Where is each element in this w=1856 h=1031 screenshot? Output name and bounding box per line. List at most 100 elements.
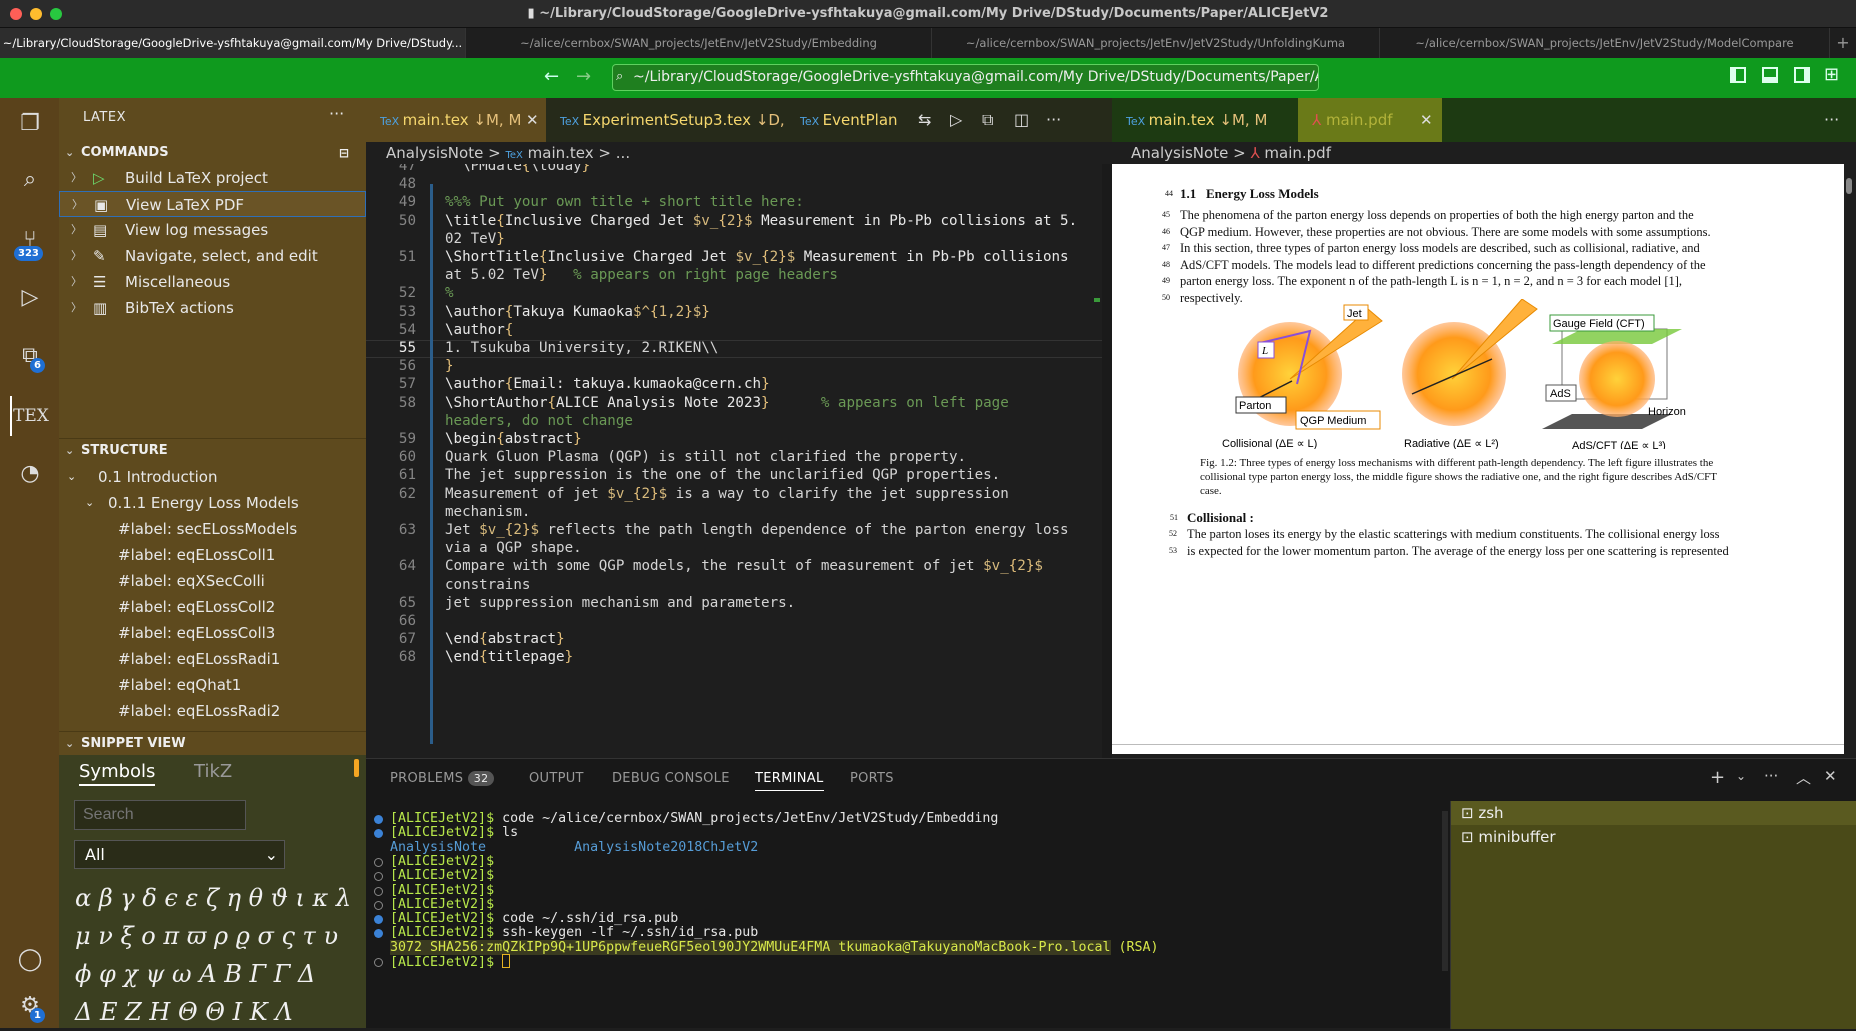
- code-line[interactable]: }: [445, 358, 454, 374]
- toggle-secondary-sidebar-icon[interactable]: [1794, 67, 1810, 83]
- command-build[interactable]: 〉 ▷ Build LaTeX project: [59, 165, 366, 191]
- tab-debug-console[interactable]: DEBUG CONSOLE: [612, 771, 730, 786]
- more-actions-icon[interactable]: ···: [1046, 98, 1061, 142]
- chevron-down-icon[interactable]: ⌄: [1736, 769, 1746, 783]
- more-actions-icon[interactable]: ···: [329, 104, 344, 123]
- code-line[interactable]: %: [445, 285, 454, 301]
- code-editor[interactable]: 47 \PMdate{\today} 48 49 %%% Put your own t…: [366, 164, 1112, 758]
- structure-item[interactable]: #label: eqELossColl1: [59, 542, 366, 568]
- code-line[interactable]: \ShortTitle{Inclusive Charged Jet $v_{2}…: [445, 249, 1069, 265]
- more-actions-icon[interactable]: ···: [1764, 767, 1778, 785]
- command-navigate[interactable]: 〉 ✎ Navigate, select, and edit: [59, 243, 366, 269]
- symbol-row[interactable]: Δ E Z H Θ Θ I K Λ: [75, 993, 351, 1031]
- structure-item[interactable]: #label: eqELossRadi1: [59, 646, 366, 672]
- source-control-icon[interactable]: ⑂ 323: [10, 220, 50, 261]
- build-play-icon[interactable]: ▷: [950, 98, 962, 142]
- snippet-section-header[interactable]: ⌄ SNIPPET VIEW: [59, 731, 366, 755]
- new-tab-icon[interactable]: +: [1830, 28, 1856, 58]
- git-graph-icon[interactable]: ◔: [10, 454, 50, 494]
- structure-item[interactable]: #label: eqELossColl3: [59, 620, 366, 646]
- tab-symbols[interactable]: Symbols: [79, 761, 156, 786]
- command-decoration-icon[interactable]: [374, 886, 383, 896]
- symbol-category-select[interactable]: All ⌄: [74, 840, 285, 869]
- structure-item[interactable]: #label: eqELossColl2: [59, 594, 366, 620]
- code-line[interactable]: Jet $v_{2}$ reflects the path length dep…: [445, 522, 1069, 538]
- code-line[interactable]: \end{titlepage}: [445, 649, 573, 665]
- code-line[interactable]: \PMdate{\today}: [445, 164, 590, 174]
- breadcrumb-folder[interactable]: AnalysisNote: [386, 144, 483, 162]
- code-line[interactable]: \begin{abstract}: [445, 431, 582, 447]
- code-line[interactable]: via a QGP shape.: [445, 540, 582, 556]
- command-decoration-icon[interactable]: [374, 900, 383, 910]
- breadcrumb-symbol[interactable]: ...: [616, 144, 630, 162]
- symbol-grid[interactable]: α β γ δ ϵ ε ζ η θ ϑ ι κ λ μ ν ξ o π ϖ ρ …: [75, 879, 351, 1031]
- toggle-panel-icon[interactable]: [1762, 67, 1778, 83]
- command-bibtex[interactable]: 〉 ▥ BibTeX actions: [59, 295, 366, 321]
- command-misc[interactable]: 〉 ☰ Miscellaneous: [59, 269, 366, 295]
- command-decoration-icon[interactable]: [374, 857, 383, 867]
- symbol-row[interactable]: ϕ φ χ ψ ω A B Γ Γ Δ: [75, 955, 351, 993]
- close-tab-icon[interactable]: ✕: [526, 98, 539, 142]
- code-line[interactable]: mechanism.: [445, 504, 530, 520]
- command-decoration-icon[interactable]: [374, 958, 383, 967]
- tex-icon[interactable]: TEX: [10, 396, 50, 436]
- run-debug-icon[interactable]: ▷: [10, 278, 50, 318]
- structure-section-header[interactable]: ⌄ STRUCTURE: [59, 438, 366, 462]
- breadcrumb-file[interactable]: main.pdf: [1264, 144, 1331, 162]
- symbol-row[interactable]: α β γ δ ϵ ε ζ η θ ϑ ι κ λ: [75, 879, 351, 917]
- zoom-window-button[interactable]: [50, 8, 62, 20]
- search-icon[interactable]: ⌕: [10, 160, 50, 200]
- code-line[interactable]: 02 TeV}: [445, 231, 505, 247]
- commands-section-header[interactable]: ⌄ COMMANDS ⊟: [59, 141, 366, 165]
- minimize-window-button[interactable]: [30, 8, 42, 20]
- explorer-icon[interactable]: ❐: [10, 104, 50, 144]
- extensions-icon[interactable]: ⧉ 6: [10, 336, 50, 376]
- tab-main-tex[interactable]: TeX main.tex ↓M, M ✕: [366, 98, 546, 142]
- code-line[interactable]: Measurement of jet $v_{2}$ is a way to c…: [445, 486, 1009, 502]
- structure-item[interactable]: ⌄ 0.1 Introduction: [59, 464, 366, 490]
- structure-item[interactable]: #label: secELossModels: [59, 516, 366, 542]
- command-view-pdf[interactable]: 〉 ▣ View LaTeX PDF: [59, 191, 366, 217]
- code-line[interactable]: \title{Inclusive Charged Jet $v_{2}$ Mea…: [445, 213, 1077, 229]
- pdf-scrollbar[interactable]: [1846, 178, 1852, 194]
- code-line[interactable]: %%% Put your own title + short title her…: [445, 194, 804, 210]
- code-line[interactable]: The jet suppression is the one of the un…: [445, 467, 1000, 483]
- command-decoration-icon[interactable]: [374, 872, 383, 882]
- window-tab-3[interactable]: ~/alice/cernbox/SWAN_projects/JetEnv/Jet…: [932, 28, 1380, 58]
- close-window-button[interactable]: [10, 8, 22, 20]
- symbol-row[interactable]: μ ν ξ o π ϖ ρ ϱ σ ς τ υ: [75, 917, 351, 955]
- structure-item[interactable]: #label: eqXSecColli: [59, 568, 366, 594]
- breadcrumb-folder[interactable]: AnalysisNote: [1131, 144, 1228, 162]
- tab-terminal[interactable]: TERMINAL: [755, 771, 824, 791]
- structure-item[interactable]: #label: eqQhat1: [59, 672, 366, 698]
- code-line[interactable]: \author{Takuya Kumaoka$^{1,2}$}: [445, 304, 710, 320]
- code-line[interactable]: Quark Gluon Plasma (QGP) is still not cl…: [445, 449, 966, 465]
- git-compare-icon[interactable]: ⇆: [918, 98, 931, 142]
- more-actions-icon[interactable]: ···: [1824, 110, 1839, 129]
- code-line[interactable]: \author{Email: takuya.kumaoka@cern.ch}: [445, 376, 770, 392]
- terminal-scrollbar[interactable]: [1442, 811, 1448, 971]
- tab-experiment-setup[interactable]: TeX ExperimentSetup3.tex ↓D, M: [546, 98, 802, 142]
- tab-ports[interactable]: PORTS: [850, 771, 894, 786]
- code-line[interactable]: jet suppression mechanism and parameters…: [445, 595, 795, 611]
- account-icon[interactable]: ◯: [10, 940, 50, 980]
- tab-main-tex-right[interactable]: TeX main.tex ↓M, M: [1112, 98, 1298, 142]
- code-line[interactable]: \end{abstract}: [445, 631, 565, 647]
- command-decoration-icon[interactable]: [374, 915, 383, 925]
- code-line[interactable]: Compare with some QGP models, the result…: [445, 558, 1043, 574]
- forward-arrow-icon[interactable]: →: [576, 66, 591, 87]
- split-editor-icon[interactable]: ◫: [1014, 98, 1029, 142]
- terminal-item-minibuffer[interactable]: ⊡ minibuffer: [1451, 825, 1856, 849]
- customize-layout-icon[interactable]: ⊞: [1824, 64, 1839, 85]
- structure-item[interactable]: ⌄ 0.1.1 Energy Loss Models: [59, 490, 366, 516]
- tab-tikz[interactable]: TikZ: [194, 761, 232, 782]
- command-view-log[interactable]: 〉 ▤ View log messages: [59, 217, 366, 243]
- close-tab-icon[interactable]: ✕: [1420, 98, 1433, 142]
- tab-problems[interactable]: PROBLEMS 32: [390, 771, 495, 786]
- code-line[interactable]: \ShortAuthor{ALICE Analysis Note 2023} %…: [445, 395, 1009, 411]
- terminal-item-zsh[interactable]: ⊡ zsh: [1451, 801, 1856, 825]
- tab-event-plane[interactable]: TeX EventPlan: [786, 98, 906, 142]
- window-tab-2[interactable]: ~/alice/cernbox/SWAN_projects/JetEnv/Jet…: [466, 28, 932, 58]
- breadcrumb-file[interactable]: main.tex: [528, 144, 594, 162]
- toggle-sidebar-icon[interactable]: [1730, 67, 1746, 83]
